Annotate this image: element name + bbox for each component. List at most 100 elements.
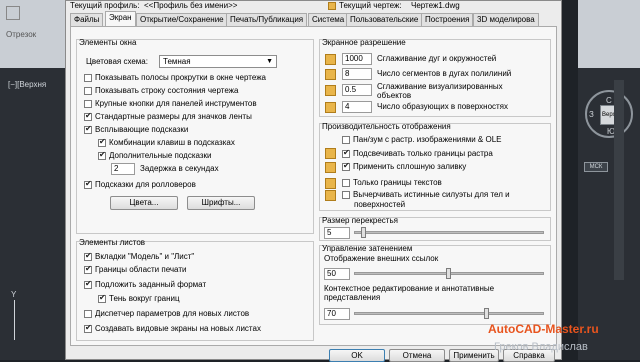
checkbox-box[interactable] [84,309,92,318]
printable-area-label: Границы области печати [95,265,187,274]
paper-background-label: Подложить заданный формат [95,280,207,289]
tab-files[interactable]: Файлы [70,13,104,26]
printable-area-checkbox[interactable]: Границы области печати [84,264,187,274]
solid-fill-checkbox[interactable]: Применить сплошную заливку [342,161,466,171]
extended-tooltips-checkbox[interactable]: Дополнительные подсказки [98,150,212,160]
inplace-fade-slider[interactable] [354,312,544,315]
tab-open-save[interactable]: Открытие/Сохранение [136,13,228,26]
tab-system[interactable]: Система [308,13,349,26]
contour-lines-input[interactable]: 4 [342,101,372,113]
tab-plot-publish[interactable]: Печать/Публикация [226,13,308,26]
polyline-segments-input[interactable]: 8 [342,68,372,80]
checkbox-box[interactable] [342,190,350,199]
ok-button[interactable]: OK [329,349,385,362]
tab-3d-modeling[interactable]: 3D моделирова [473,13,539,26]
wcs-menu[interactable]: МСК [584,162,608,172]
paper-background-checkbox[interactable]: Подложить заданный формат [84,279,207,289]
color-scheme-select[interactable]: Темная ▼ [159,55,277,68]
checkbox-box[interactable] [342,148,350,158]
current-drawing-label: Текущий чертеж: [339,1,402,10]
viewport-label[interactable]: [−][Верхня [8,80,46,89]
viewcube-west-label: З [589,110,594,119]
xref-fade-input[interactable]: 50 [324,268,350,280]
current-drawing-value: Чертеж1.dwg [411,1,460,10]
checkbox-box[interactable] [84,73,92,82]
viewcube-north-label: С [606,96,612,105]
watermark-author: Греков Владислав [494,341,588,353]
window-elements-title: Элементы окна [79,38,137,47]
checkbox-box[interactable] [84,251,92,261]
inplace-fade-label: Контекстное редактирование и аннотативны… [324,284,495,293]
arc-smoothness-input[interactable]: 1000 [342,53,372,65]
ribbon-icons-checkbox[interactable]: Стандартные размеры для значков ленты [84,111,252,121]
rendered-smoothness-label: Сглаживание визуализированных [377,82,503,91]
checkbox-box[interactable] [84,279,92,289]
arc-smoothness-label: Сглаживание дуг и окружностей [377,54,497,63]
checkbox-box[interactable] [98,137,106,147]
viewcube-compass[interactable]: С З Верх Ю [585,90,633,138]
scrollbars-checkbox[interactable]: Показывать полосы прокрутки в окне черте… [84,73,266,82]
rendered-smoothness-icon [325,85,336,96]
delay-seconds-input[interactable]: 2 [111,163,135,175]
fonts-button[interactable]: Шрифты... [187,196,255,210]
tab-user-preferences[interactable]: Пользовательские [346,13,423,26]
model-layout-tabs-checkbox[interactable]: Вкладки "Модель" и "Лист" [84,251,194,261]
navigation-bar[interactable] [614,80,624,280]
checkbox-box[interactable] [342,135,350,144]
crosshair-size-slider[interactable] [354,231,544,234]
checkbox-box[interactable] [84,86,92,95]
xref-fade-slider-thumb[interactable] [446,268,451,279]
crosshair-size-input[interactable]: 5 [324,227,350,239]
text-boundary-icon [325,178,336,189]
checkbox-box[interactable] [84,99,92,108]
display-performance-group: Производительность отображения Пан/зум с… [319,122,551,211]
checkbox-box[interactable] [84,264,92,274]
rollover-tooltips-checkbox[interactable]: Подсказки для ролловеров [84,179,196,189]
rendered-smoothness-label-2: объектов [377,91,412,100]
tooltips-label: Всплывающие подсказки [95,125,189,134]
paper-shadow-label: Тень вокруг границ [109,294,180,303]
silhouettes-checkbox[interactable]: Вычерчивать истинные силуэты для тел и [342,190,510,199]
checkbox-box[interactable] [84,179,92,189]
arc-smoothness-icon [325,54,336,65]
polyline-segments-label: Число сегментов в дугах полилиний [377,69,512,78]
apply-button[interactable]: Применить [449,349,499,362]
ucs-y-axis [14,300,15,340]
tab-page-display: Элементы окна Цветовая схема: Темная ▼ П… [70,26,557,346]
silhouettes-icon [325,190,336,201]
rollover-tooltips-label: Подсказки для ролловеров [95,180,196,189]
checkbox-box[interactable] [84,323,92,333]
checkbox-box[interactable] [98,150,106,160]
line-tool-icon[interactable] [6,6,20,20]
tab-display[interactable]: Экран [105,11,136,26]
text-boundary-checkbox[interactable]: Только границы текстов [342,178,442,187]
checkbox-box[interactable] [342,178,350,187]
fade-control-title: Управление затенением [322,244,413,253]
display-performance-title: Производительность отображения [322,122,451,131]
display-resolution-group: Экранное разрешение 1000 Сглаживание дуг… [319,38,551,117]
ucs-y-label: Y [11,290,17,299]
pan-zoom-raster-checkbox[interactable]: Пан/зум с растр. изображениями & OLE [342,135,501,144]
raster-frame-checkbox[interactable]: Подсвечивать только границы растра [342,148,493,158]
inplace-fade-input[interactable]: 70 [324,308,350,320]
shortcut-keys-checkbox[interactable]: Комбинации клавиш в подсказках [98,137,235,147]
checkbox-box[interactable] [84,111,92,121]
page-setup-manager-checkbox[interactable]: Диспетчер параметров для новых листов [84,309,249,318]
tab-drafting[interactable]: Построения [421,13,474,26]
colors-button[interactable]: Цвета... [110,196,178,210]
checkbox-box[interactable] [98,293,106,303]
crosshair-size-title: Размер перекрестья [322,216,398,225]
cancel-button[interactable]: Отмена [389,349,445,362]
checkbox-box[interactable] [84,124,92,134]
tooltips-checkbox[interactable]: Всплывающие подсказки [84,124,189,134]
large-buttons-checkbox[interactable]: Крупные кнопки для панелей инструментов [84,99,257,108]
status-bar-checkbox[interactable]: Показывать строку состояния чертежа [84,86,238,95]
delay-seconds-label: Задержка в секундах [140,164,219,173]
create-viewports-checkbox[interactable]: Создавать видовые экраны на новых листах [84,323,261,333]
paper-shadow-checkbox[interactable]: Тень вокруг границ [98,293,180,303]
crosshair-size-slider-thumb[interactable] [361,227,366,238]
current-profile-label: Текущий профиль: [70,1,140,10]
inplace-fade-slider-thumb[interactable] [484,308,489,319]
checkbox-box[interactable] [342,161,350,171]
rendered-smoothness-input[interactable]: 0.5 [342,84,372,96]
